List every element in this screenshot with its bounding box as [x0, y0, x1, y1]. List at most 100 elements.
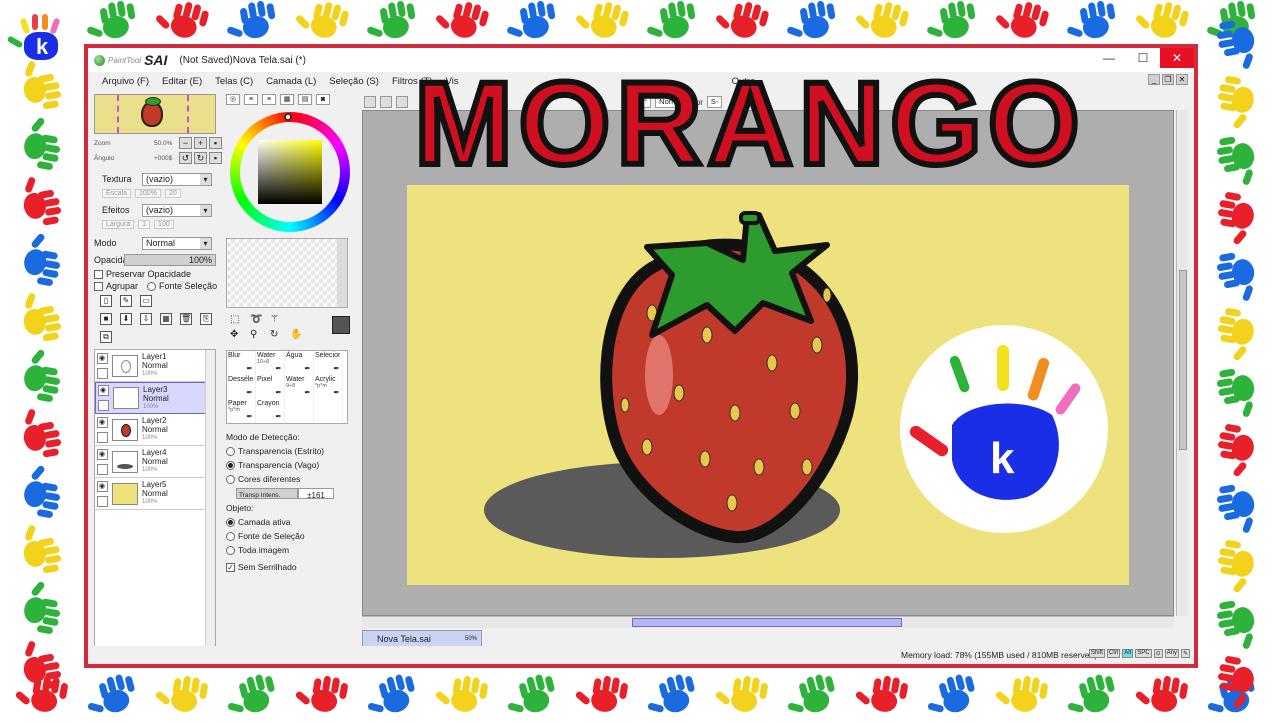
saturation-value-square[interactable] — [258, 140, 322, 204]
rect-select-icon[interactable]: ⬚ — [230, 314, 244, 325]
layer-row[interactable]: ◉ Layer3 Normal 100% — [95, 382, 215, 414]
duplicate-layer-icon[interactable]: ⎘ — [200, 313, 212, 325]
doc-close-button[interactable]: ✕ — [1176, 74, 1188, 85]
brush-tool[interactable]: Water 10÷8 ✒ — [256, 351, 285, 375]
maximize-button[interactable]: ☐ — [1126, 48, 1160, 68]
new-linework-layer-icon[interactable]: ✎ — [120, 295, 132, 307]
move-icon[interactable]: ✥ — [230, 329, 244, 340]
group-checkbox[interactable] — [94, 281, 103, 291]
brush-tool[interactable]: Selecior ✒ — [314, 351, 343, 375]
menu-selecao[interactable]: Seleção (S) — [329, 76, 379, 87]
new-layer-icon[interactable]: ▯ — [100, 295, 112, 307]
lock-icon[interactable] — [96, 431, 108, 443]
canvas-horizontal-scrollbar[interactable] — [362, 616, 1174, 628]
menu-telas[interactable]: Telas (C) — [215, 76, 253, 87]
color-wheel[interactable] — [230, 112, 350, 232]
layer-row[interactable]: ◉ Layer4 Normal 100% — [95, 446, 215, 478]
texture-select[interactable]: (vazio) — [142, 172, 212, 186]
blend-mode-select[interactable]: Normal — [142, 236, 212, 250]
detection-option[interactable]: Transparencia (Estrito) — [226, 444, 356, 458]
trash-icon[interactable]: 🗑 — [180, 313, 192, 325]
object-option[interactable]: Camada ativa — [226, 515, 356, 529]
object-option[interactable]: Toda imagem — [226, 543, 356, 557]
clear-layer-icon[interactable]: ▦ — [160, 313, 172, 325]
new-folder-icon[interactable]: ▭ — [140, 295, 152, 307]
swatch-scrollbar[interactable] — [337, 239, 347, 307]
palette-tab[interactable]: ▤ — [298, 94, 312, 105]
doc-minimize-button[interactable]: _ — [1148, 74, 1160, 85]
magic-wand-icon[interactable]: ⚚ — [270, 314, 284, 325]
copy-layer-icon[interactable]: ⧉ — [100, 331, 112, 343]
rgb-slider-tab[interactable]: ≡ — [244, 94, 258, 105]
zoom-row[interactable]: Zoom 50.0% − + ▪ — [94, 137, 222, 149]
transfer-icon[interactable]: ⇩ — [140, 313, 152, 325]
menu-editar[interactable]: Editar (E) — [162, 76, 202, 87]
vscroll-thumb[interactable] — [1179, 270, 1187, 450]
hsv-slider-tab[interactable]: ≡ — [262, 94, 276, 105]
lock-icon[interactable] — [96, 463, 108, 475]
object-option[interactable]: Fonte de Seleção — [226, 529, 356, 543]
lock-icon[interactable] — [96, 367, 108, 379]
detection-option[interactable]: Transparencia (Vago) — [226, 458, 356, 472]
lock-icon[interactable] — [96, 495, 108, 507]
swatch-scratchpad[interactable] — [226, 238, 348, 308]
zoom-icon[interactable]: ⚲ — [250, 329, 264, 340]
merge-down-icon[interactable]: ⬇ — [120, 313, 132, 325]
eye-icon[interactable]: ◉ — [96, 480, 108, 492]
mask-icon[interactable]: ■ — [100, 313, 112, 325]
detection-option[interactable]: Cores diferentes — [226, 472, 356, 486]
texture-strength-value[interactable]: 20 — [164, 189, 181, 198]
zoom-in-button[interactable]: + — [194, 137, 207, 149]
angle-row[interactable]: Ângulo +000$ ↺ ↻ ▪ — [94, 152, 222, 164]
antialias-checkbox[interactable]: Sem Serrilhado — [226, 560, 356, 574]
lock-icon[interactable] — [97, 400, 109, 411]
brush-tool[interactable]: Blur ✒ — [227, 351, 256, 375]
brush-tool[interactable]: Crayon ✒ — [256, 399, 285, 423]
eye-icon[interactable]: ◉ — [96, 416, 108, 428]
effects-width-value[interactable]: 1 — [138, 220, 151, 229]
lasso-icon[interactable]: ➰ — [250, 314, 264, 325]
opacity-slider[interactable]: 100% — [124, 254, 216, 266]
hscroll-thumb[interactable] — [632, 618, 902, 627]
rotate-reset-button[interactable]: ▪ — [209, 152, 222, 164]
brush-tool[interactable]: Paper *p*m ✒ — [227, 399, 256, 423]
effects-strength-value[interactable]: 100 — [154, 220, 174, 229]
texture-scale-value[interactable]: 100% — [135, 189, 161, 198]
eye-icon[interactable]: ◉ — [97, 385, 109, 396]
artboard[interactable]: k — [407, 185, 1129, 585]
hue-knob[interactable] — [284, 113, 292, 121]
menu-arquivo[interactable]: Arquivo (F) — [102, 76, 149, 87]
navigator-preview[interactable] — [94, 94, 216, 134]
layer-row[interactable]: ◉ Layer5 Normal 100% — [95, 478, 215, 510]
brush-tool[interactable] — [285, 399, 314, 423]
brush-tool[interactable]: Acrylic *p*m ✒ — [314, 375, 343, 399]
effects-select[interactable]: (vazio) — [142, 203, 212, 217]
minimize-button[interactable]: — — [1092, 48, 1126, 68]
doc-restore-button[interactable]: ❐ — [1162, 74, 1174, 85]
rotate-right-button[interactable]: ↻ — [194, 152, 207, 164]
hand-icon[interactable]: ✋ — [290, 329, 304, 340]
zoom-reset-button[interactable]: ▪ — [209, 137, 222, 149]
undo-button[interactable] — [364, 96, 376, 108]
zoom-out-button[interactable]: − — [179, 137, 192, 149]
selection-source-radio[interactable] — [147, 281, 157, 291]
deselect-button[interactable] — [396, 96, 408, 108]
preserve-opacity-checkbox[interactable]: Preservar Opacidade — [94, 269, 222, 279]
menu-camada[interactable]: Camada (L) — [266, 76, 316, 87]
swatch-tab[interactable]: ▦ — [280, 94, 294, 105]
brush-tool[interactable] — [314, 399, 343, 423]
rotate-left-button[interactable]: ↺ — [179, 152, 192, 164]
brush-tool[interactable]: Pixel ✒ — [256, 375, 285, 399]
tolerance-slider[interactable]: Transp Intens. — [236, 487, 298, 499]
foreground-color-swatch[interactable] — [332, 316, 350, 334]
canvas-vertical-scrollbar[interactable] — [1176, 110, 1188, 616]
brush-tool[interactable]: Água ✒ — [285, 351, 314, 375]
color-wheel-tab[interactable]: ◎ — [226, 94, 240, 105]
eye-icon[interactable]: ◉ — [96, 352, 108, 364]
close-button[interactable]: ✕ — [1160, 48, 1194, 68]
layer-row[interactable]: ◉ Layer2 Normal 100% — [95, 414, 215, 446]
rotate-icon[interactable]: ↻ — [270, 329, 284, 340]
brush-tool[interactable]: Desséle ✒ — [227, 375, 256, 399]
layer-list-scrollbar[interactable] — [205, 350, 215, 658]
eye-icon[interactable]: ◉ — [96, 448, 108, 460]
